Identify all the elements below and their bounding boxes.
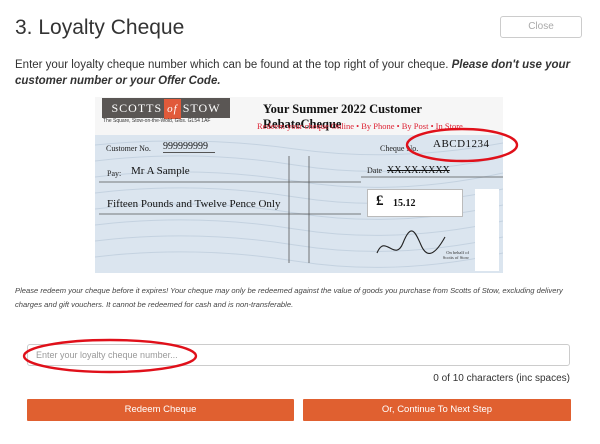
pay-label: Pay:: [107, 169, 122, 178]
pound-sign: £: [376, 193, 384, 209]
customer-no-value: 999999999: [163, 141, 215, 153]
character-counter: 0 of 10 characters (inc spaces): [433, 373, 570, 384]
page-title: 3. Loyalty Cheque: [15, 16, 185, 39]
date-value: XX.XX.XXXX: [387, 165, 450, 176]
redeem-cheque-button[interactable]: Redeem Cheque: [27, 399, 294, 421]
amount-value: 15.12: [393, 198, 416, 209]
on-behalf-text: On behalf of Scotts of Stow: [442, 250, 469, 260]
disclaimer-text: Please redeem your cheque before it expi…: [15, 286, 563, 309]
sample-cheque-image: SCOTTS of STOW The Square, Stow-on-the-Wol…: [95, 97, 503, 273]
date-label: Date: [367, 166, 383, 175]
cheque-number-input[interactable]: Enter your loyalty cheque number...: [27, 344, 570, 366]
logo-word-of: of: [164, 99, 181, 119]
instructions-main: Enter your loyalty cheque number which c…: [15, 59, 452, 71]
cheque-stub: [475, 189, 499, 271]
customer-no-label: Customer No.: [106, 144, 151, 153]
amount-words: Fifteen Pounds and Twelve Pence Only: [107, 198, 281, 210]
continue-next-step-button[interactable]: Or, Continue To Next Step: [303, 399, 571, 421]
scotts-of-stow-logo: SCOTTS of STOW: [102, 98, 230, 119]
close-button[interactable]: Close: [500, 16, 582, 38]
pay-value: Mr A Sample: [131, 165, 190, 177]
logo-address: The Square, Stow-on-the-Wold, Glos. GL54…: [103, 118, 211, 124]
logo-word-scotts: SCOTTS: [111, 101, 163, 115]
instructions-text: Enter your loyalty cheque number which c…: [15, 57, 587, 89]
logo-word-stow: STOW: [182, 101, 221, 115]
cheque-no-label: Cheque No.: [380, 144, 419, 153]
cheque-no-value: ABCD1234: [433, 138, 490, 150]
cheque-subheading: Redeem your cheque Online • By Phone • B…: [257, 121, 463, 131]
